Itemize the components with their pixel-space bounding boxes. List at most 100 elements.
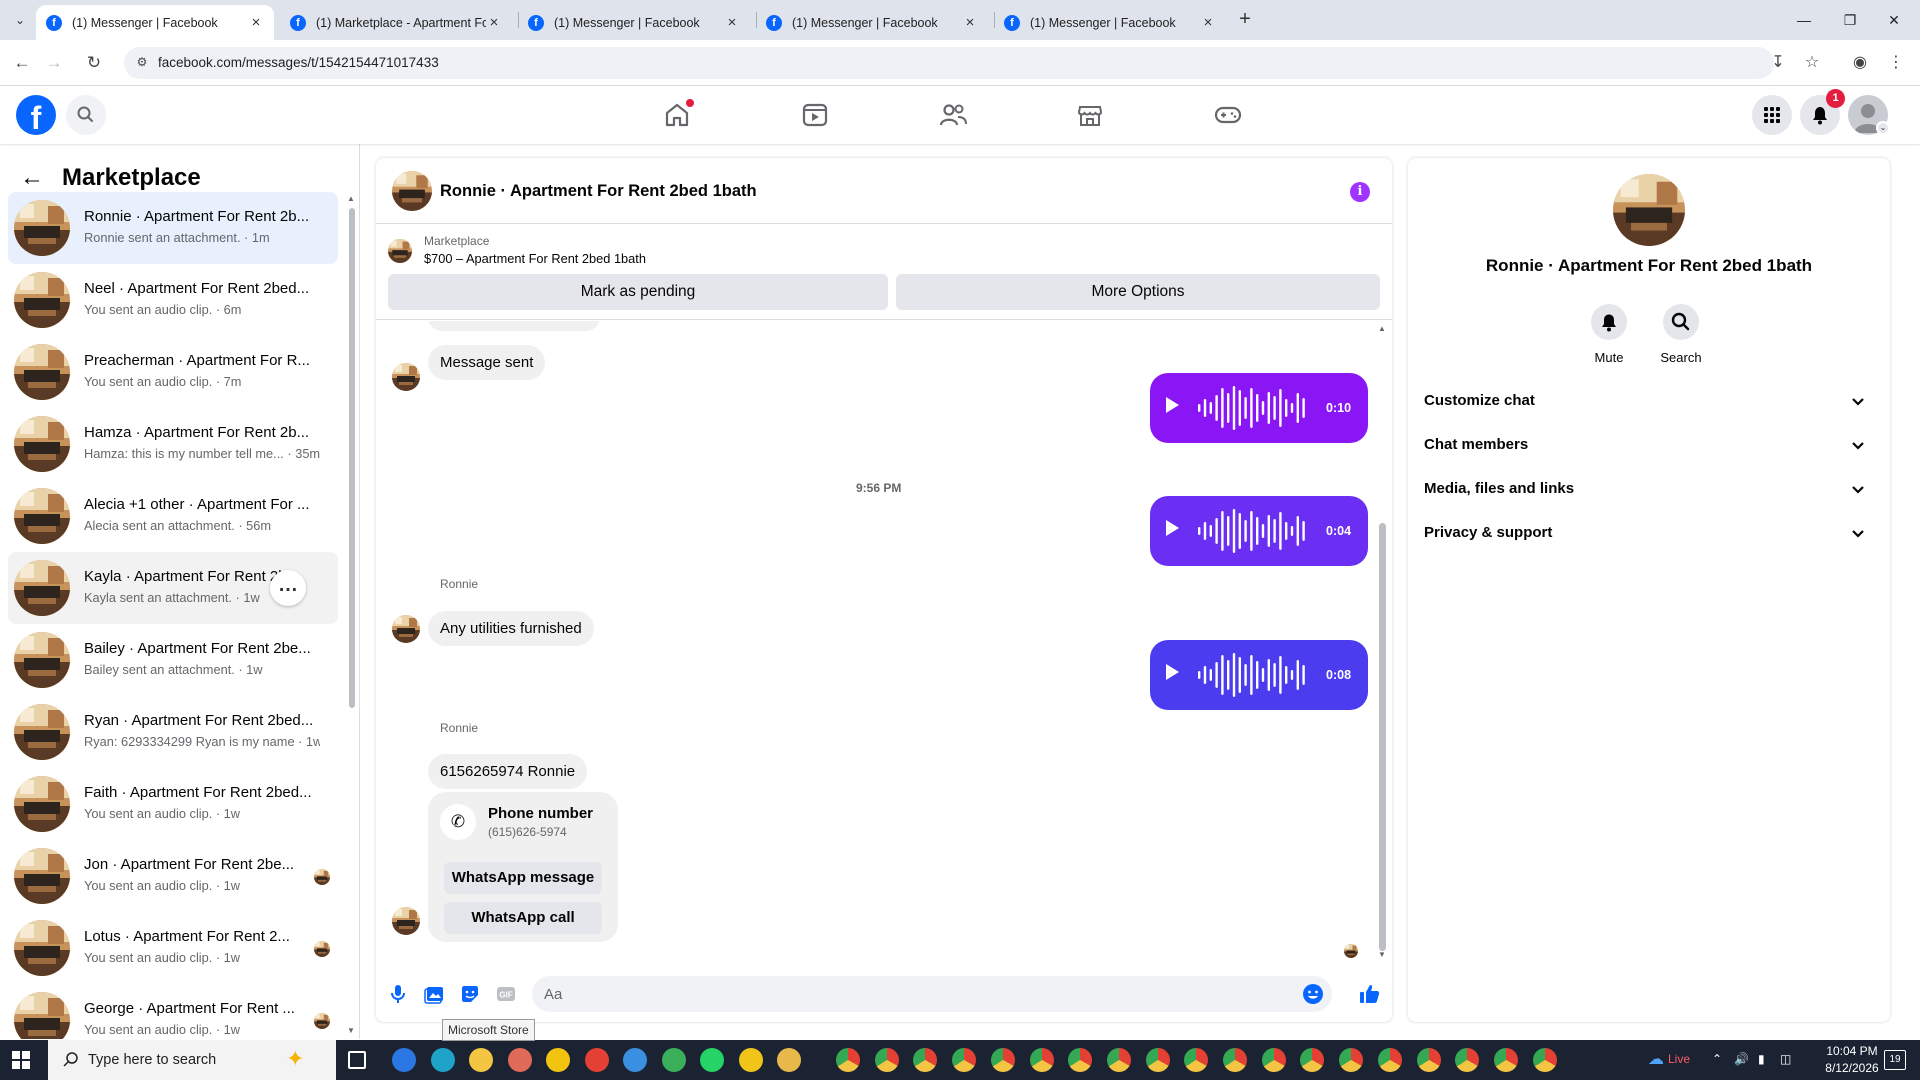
mark-as-pending-button[interactable]: Mark as pending <box>388 274 888 310</box>
play-icon[interactable] <box>1166 520 1179 536</box>
close-window-icon[interactable]: ✕ <box>1874 6 1914 34</box>
marketplace-icon[interactable] <box>1073 98 1107 132</box>
sidebar-scrollbar[interactable] <box>349 208 355 708</box>
scroll-up-arrow-icon[interactable]: ▲ <box>1378 324 1386 333</box>
chrome-window-icon[interactable] <box>913 1048 938 1072</box>
photo-icon[interactable] <box>422 982 446 1006</box>
chat-members-section[interactable]: Chat members <box>1420 424 1878 468</box>
app-icon[interactable] <box>738 1048 763 1072</box>
battery-icon[interactable]: ▮ <box>1758 1052 1765 1066</box>
more-options-button[interactable]: More Options <box>896 274 1380 310</box>
chat-scrollbar[interactable] <box>1379 523 1386 951</box>
forward-arrow-icon[interactable]: → <box>42 51 66 75</box>
conversation-item[interactable]: Kayla · Apartment For Rent 2b Kayla sent … <box>8 552 338 624</box>
volume-icon[interactable]: 🔊 <box>1734 1052 1749 1066</box>
file-explorer-icon[interactable] <box>777 1048 801 1072</box>
media-files-links-section[interactable]: Media, files and links <box>1420 468 1878 512</box>
conversation-item[interactable]: George · Apartment For Rent ... You sent … <box>8 984 338 1039</box>
tab-search-chevron-icon[interactable]: ⌄ <box>10 10 30 30</box>
live-label[interactable]: Live <box>1668 1052 1690 1066</box>
back-arrow-icon[interactable]: ← <box>20 164 44 192</box>
install-app-icon[interactable]: ↧ <box>1766 51 1790 75</box>
play-icon[interactable] <box>1166 664 1179 680</box>
privacy-support-section[interactable]: Privacy & support <box>1420 512 1878 556</box>
emoji-icon[interactable] <box>1302 983 1324 1005</box>
weather-icon[interactable]: ☁ <box>1648 1049 1664 1069</box>
chrome-window-icon[interactable] <box>1223 1048 1247 1072</box>
scroll-down-arrow-icon[interactable]: ▼ <box>347 1026 355 1035</box>
whatsapp-icon[interactable] <box>700 1048 724 1072</box>
audio-message[interactable]: 0:10 <box>1150 373 1368 443</box>
network-icon[interactable]: ◫ <box>1780 1052 1791 1066</box>
chrome-window-icon[interactable] <box>1532 1048 1557 1072</box>
sticker-icon[interactable] <box>458 982 482 1006</box>
facebook-search-button[interactable] <box>66 95 106 135</box>
back-arrow-icon[interactable]: ← <box>10 51 34 75</box>
conversation-item[interactable]: Ryan · Apartment For Rent 2bed... Ryan: 6… <box>8 696 338 768</box>
chrome-window-icon[interactable] <box>1029 1048 1054 1072</box>
chrome-window-icon[interactable] <box>874 1048 899 1072</box>
menu-button[interactable] <box>1752 95 1792 135</box>
app-icon[interactable] <box>661 1048 686 1072</box>
store-icon[interactable] <box>469 1048 493 1072</box>
chrome-window-icon[interactable] <box>990 1048 1015 1072</box>
audio-message[interactable]: 0:08 <box>1150 640 1368 710</box>
conversation-item[interactable]: Alecia +1 other · Apartment For ... Aleci… <box>8 480 338 552</box>
taskbar-search-box[interactable]: Type here to search ✦ <box>48 1040 336 1080</box>
thumbs-up-icon[interactable] <box>1358 982 1382 1006</box>
whatsapp-call-button[interactable]: WhatsApp call <box>444 902 602 934</box>
task-view-icon[interactable] <box>348 1051 366 1069</box>
new-tab-icon[interactable]: + <box>1234 8 1256 30</box>
chat-title[interactable]: Ronnie · Apartment For Rent 2bed 1bath <box>440 182 757 201</box>
outlook-icon[interactable] <box>392 1048 416 1072</box>
browser-tab-1[interactable]: f (1) Messenger | Facebook × <box>36 5 274 40</box>
gaming-icon[interactable] <box>1211 98 1245 132</box>
message-input[interactable] <box>544 984 1304 1004</box>
conversation-item[interactable]: Lotus · Apartment For Rent 2... You sent … <box>8 912 338 984</box>
chrome-window-icon[interactable] <box>1493 1048 1518 1072</box>
url-text[interactable]: facebook.com/messages/t/1542154471017433 <box>158 55 439 70</box>
chrome-window-icon[interactable] <box>1184 1048 1209 1072</box>
close-tab-icon[interactable]: × <box>248 14 264 31</box>
conversation-item[interactable]: Faith · Apartment For Rent 2bed... You se… <box>8 768 338 840</box>
taskbar-clock[interactable]: 10:04 PM 8/12/2026 <box>1820 1043 1884 1077</box>
chat-avatar[interactable] <box>392 171 432 211</box>
conversation-item[interactable]: Preacherman · Apartment For R... You sent… <box>8 336 338 408</box>
info-icon[interactable]: i <box>1350 182 1370 202</box>
close-tab-icon[interactable]: × <box>1200 14 1216 31</box>
windows-start-icon[interactable] <box>12 1051 30 1069</box>
friends-icon[interactable] <box>936 98 970 132</box>
play-icon[interactable] <box>1166 397 1179 413</box>
restore-window-icon[interactable]: ❐ <box>1830 6 1870 34</box>
browser-tab-2[interactable]: f (1) Marketplace - Apartment Fo × <box>280 5 512 40</box>
sender-avatar[interactable] <box>392 363 420 391</box>
chrome-window-icon[interactable] <box>1300 1048 1325 1072</box>
chrome-window-icon[interactable] <box>1377 1048 1402 1072</box>
customize-chat-section[interactable]: Customize chat <box>1420 380 1878 424</box>
chrome-window-icon[interactable] <box>1339 1048 1364 1072</box>
chrome-window-icon[interactable] <box>952 1048 977 1072</box>
chrome-window-icon[interactable] <box>1455 1048 1480 1072</box>
browser-tab-3[interactable]: f (1) Messenger | Facebook × <box>518 5 750 40</box>
whatsapp-message-button[interactable]: WhatsApp message <box>444 862 602 894</box>
chrome-icon[interactable] <box>584 1048 609 1072</box>
chrome-window-icon[interactable] <box>1106 1048 1131 1072</box>
conversation-item[interactable]: Jon · Apartment For Rent 2be... You sent … <box>8 840 338 912</box>
search-action[interactable]: Search <box>1651 304 1711 365</box>
app-icon[interactable] <box>623 1048 647 1072</box>
facebook-logo-icon[interactable]: f <box>16 95 56 136</box>
microphone-icon[interactable] <box>386 982 410 1006</box>
sender-avatar[interactable] <box>392 907 420 935</box>
scroll-down-arrow-icon[interactable]: ▼ <box>1378 950 1386 959</box>
conversation-item[interactable]: Hamza · Apartment For Rent 2b... Hamza: t… <box>8 408 338 480</box>
chrome-window-icon[interactable] <box>1416 1048 1441 1072</box>
conversation-item[interactable]: Bailey · Apartment For Rent 2be... Bailey… <box>8 624 338 696</box>
scroll-up-arrow-icon[interactable]: ▲ <box>347 194 355 203</box>
profile-icon[interactable]: ◉ <box>1848 51 1872 75</box>
chrome-window-icon[interactable] <box>1068 1048 1093 1072</box>
bookmark-star-icon[interactable]: ☆ <box>1800 51 1824 75</box>
video-icon[interactable] <box>798 98 832 132</box>
info-avatar[interactable] <box>1613 174 1685 246</box>
message-input-box[interactable] <box>532 976 1332 1012</box>
address-bar[interactable]: ⚙ facebook.com/messages/t/15421544710174… <box>124 47 1774 79</box>
